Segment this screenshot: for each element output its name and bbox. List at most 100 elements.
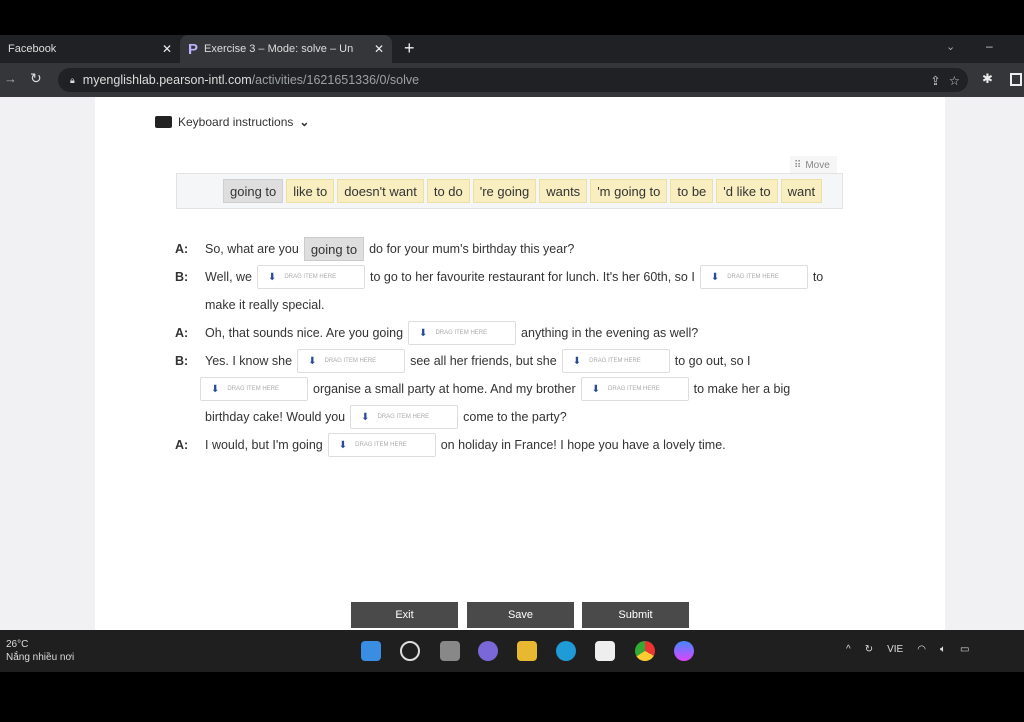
- arrow-down-icon: ⬇: [268, 271, 277, 283]
- dialogue-text: see all her friends, but she: [410, 354, 557, 368]
- start-icon[interactable]: [361, 641, 381, 661]
- chrome-icon[interactable]: [635, 641, 655, 661]
- drop-placeholder: Drag item here: [589, 358, 641, 364]
- dialogue-text: to go to her favourite restaurant for lu…: [370, 270, 695, 284]
- exercise-panel: Keyboard instructions ⌄ ⠿ Move going to lik…: [95, 97, 945, 630]
- drop-zone[interactable]: ⬇ Drag item here: [327, 433, 436, 457]
- dialogue-text: to make her a big: [693, 382, 791, 396]
- address-bar: → ↻ 🔒︎ myenglishlab.pearson-intl.com/acti…: [0, 63, 1024, 97]
- url-path: /activities/1621651336/0/solve: [251, 73, 420, 87]
- arrow-down-icon: ⬇: [419, 327, 428, 339]
- edge-icon[interactable]: [556, 641, 576, 661]
- tab-bar: Facebook ✕ P Exercise 3 – Mode: solve – Un…: [0, 35, 1024, 63]
- dialogue-line: ⬇ Drag item here organise a small party at…: [175, 375, 855, 403]
- speaker-label: B:: [175, 270, 189, 284]
- dialogue-text: come to the party?: [463, 410, 567, 424]
- drop-zone[interactable]: ⬇ Drag item here: [699, 265, 808, 289]
- word-chip[interactable]: 'm going to: [590, 179, 668, 203]
- tab-search-icon[interactable]: ⌄: [946, 40, 955, 53]
- dialogue-text: Oh, that sounds nice. Are you going: [205, 326, 404, 340]
- word-bank: going to like to doesn't want to do're goin…: [176, 173, 843, 209]
- word-chip[interactable]: going to: [223, 179, 284, 203]
- new-tab-button[interactable]: +: [404, 38, 415, 59]
- word-chip[interactable]: doesn't want: [337, 179, 424, 203]
- drop-placeholder: Drag item here: [727, 274, 779, 280]
- drop-zone[interactable]: ⬇ Drag item here: [257, 265, 366, 289]
- word-chip[interactable]: like to: [286, 179, 335, 203]
- share-icon[interactable]: ⇪: [930, 73, 940, 88]
- exit-button[interactable]: Exit: [351, 602, 458, 628]
- drop-placeholder: Drag item here: [608, 386, 660, 392]
- file-explorer-icon[interactable]: [517, 641, 537, 661]
- arrow-down-icon: ⬇: [710, 271, 720, 283]
- reload-icon[interactable]: ↻: [30, 70, 42, 87]
- arrow-down-icon: ⬇: [591, 383, 601, 395]
- arrow-down-icon: ⬇: [361, 411, 370, 423]
- drop-zone[interactable]: ⬇ Drag item here: [200, 377, 308, 401]
- chat-icon[interactable]: [478, 641, 498, 661]
- dialogue-text: organise a small party at home. And my b…: [313, 382, 576, 396]
- chevron-down-icon: ⌄: [299, 115, 310, 129]
- close-icon[interactable]: ✕: [162, 42, 172, 56]
- task-view-icon[interactable]: [440, 641, 460, 661]
- language-indicator[interactable]: VIE: [887, 644, 903, 655]
- dialogue-text: anything in the evening as well?: [521, 326, 699, 340]
- battery-icon[interactable]: ▭: [960, 644, 969, 655]
- sync-icon[interactable]: ↻: [865, 644, 873, 655]
- minimize-icon[interactable]: –: [986, 39, 993, 53]
- wifi-icon[interactable]: ◠: [917, 644, 926, 655]
- volume-icon[interactable]: 🔈︎: [940, 644, 946, 655]
- drop-zone[interactable]: ⬇ Drag item here: [408, 321, 517, 345]
- dialogue-text: to go out, so I: [674, 354, 751, 368]
- save-button[interactable]: Save: [467, 602, 574, 628]
- forward-icon[interactable]: →: [4, 71, 17, 86]
- word-chip[interactable]: to do: [426, 179, 470, 203]
- weather-text: Nắng nhiều nơi: [6, 652, 75, 663]
- system-tray: ^ ↻ VIE ◠ 🔈︎ ▭: [846, 644, 969, 655]
- dialogue-line: B: Well, we ⬇ Drag item here to go to her fa…: [175, 263, 855, 291]
- keyboard-instructions-label: Keyboard instructions: [178, 115, 294, 129]
- filled-drop-zone[interactable]: going to: [303, 237, 365, 261]
- drop-placeholder: Drag item here: [435, 330, 488, 336]
- dialogue-line: A: So, what are you going to do for your mu…: [175, 235, 855, 263]
- dialogue-text: Well, we: [205, 270, 253, 284]
- word-chip[interactable]: wants: [539, 179, 588, 203]
- search-icon[interactable]: [400, 641, 420, 661]
- store-icon[interactable]: [595, 641, 615, 661]
- drop-placeholder: Drag item here: [377, 414, 430, 420]
- move-label: Move: [805, 159, 830, 171]
- word-chip[interactable]: want: [780, 179, 823, 203]
- submit-button[interactable]: Submit: [582, 602, 689, 628]
- keyboard-instructions-toggle[interactable]: Keyboard instructions ⌄: [155, 115, 309, 129]
- tab-facebook[interactable]: Facebook ✕: [0, 35, 180, 63]
- dialogue-line: make it really special.: [175, 291, 855, 319]
- tab-label: Facebook: [8, 43, 57, 55]
- side-panel-icon[interactable]: [1010, 73, 1022, 86]
- extensions-icon[interactable]: ✱: [982, 71, 993, 87]
- url-host: myenglishlab.pearson-intl.com: [82, 73, 252, 87]
- taskbar: 26°C Nắng nhiều nơi ^ ↻ VIE ◠ 🔈︎ ▭: [0, 630, 1024, 672]
- star-icon[interactable]: ☆: [949, 73, 960, 88]
- speaker-label: A:: [175, 438, 189, 452]
- weather-widget[interactable]: 26°C Nắng nhiều nơi: [6, 638, 74, 664]
- word-chip[interactable]: to be: [670, 179, 714, 203]
- drop-zone[interactable]: ⬇ Drag item here: [350, 405, 459, 429]
- dialogue-text: on holiday in France! I hope you have a …: [440, 438, 726, 452]
- lock-icon: 🔒︎: [70, 74, 75, 85]
- drop-zone[interactable]: ⬇ Drag item here: [561, 349, 670, 373]
- arrow-down-icon: ⬇: [338, 439, 348, 451]
- move-handle[interactable]: ⠿ Move: [790, 156, 837, 174]
- drop-zone[interactable]: ⬇ Drag item here: [297, 349, 406, 373]
- tab-exercise[interactable]: P Exercise 3 – Mode: solve – Unit 4 ✕: [180, 35, 392, 63]
- word-chip[interactable]: 'd like to: [716, 179, 778, 203]
- drop-placeholder: Drag item here: [324, 358, 377, 364]
- messenger-icon[interactable]: [674, 641, 694, 661]
- word-chip[interactable]: 're going: [472, 179, 537, 203]
- chevron-up-icon[interactable]: ^: [846, 644, 851, 655]
- tab-label: Exercise 3 – Mode: solve – Unit 4: [204, 43, 355, 55]
- drop-zone[interactable]: ⬇ Drag item here: [580, 377, 689, 401]
- dialogue-text: So, what are you: [205, 242, 299, 256]
- url-input[interactable]: 🔒︎ myenglishlab.pearson-intl.com/activiti…: [58, 68, 968, 92]
- drag-grip-icon: ⠿: [794, 159, 802, 171]
- close-icon[interactable]: ✕: [374, 42, 384, 56]
